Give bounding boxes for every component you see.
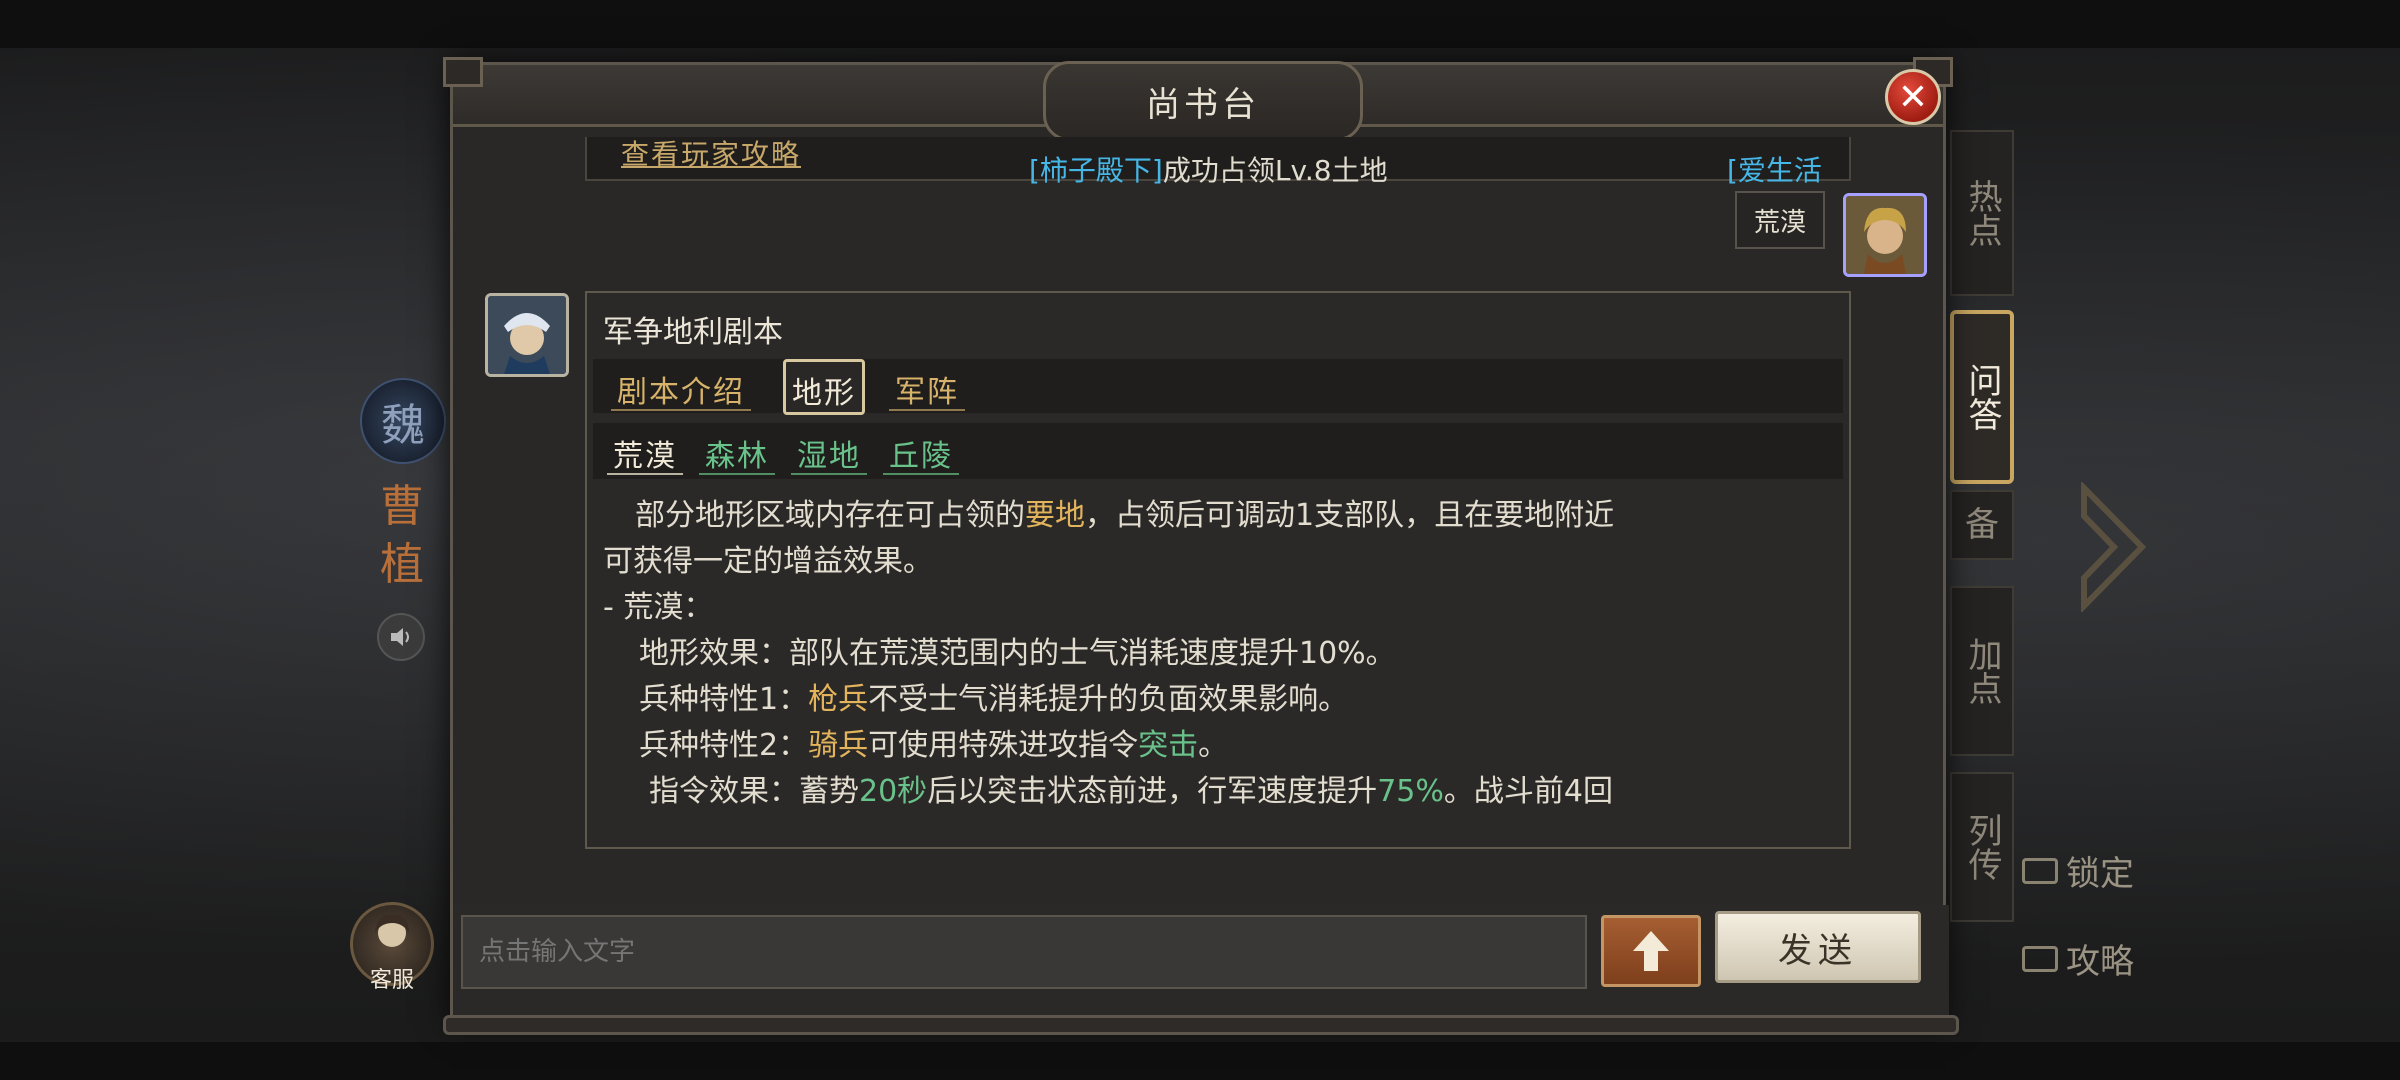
lock-link[interactable]: 锁定 bbox=[2022, 846, 2134, 895]
corner-ornament bbox=[443, 57, 483, 87]
bottom-bar bbox=[0, 1042, 2400, 1080]
tab-qa[interactable]: 问答 bbox=[1950, 310, 2014, 484]
chat-input-bar: 发送 bbox=[453, 905, 1949, 1017]
terrain-tab-bar: 荒漠 森林 湿地 丘陵 bbox=[593, 423, 1843, 479]
tab-points-label: 加点 bbox=[1962, 637, 2002, 705]
lock-label: 锁定 bbox=[2066, 854, 2134, 894]
response-title: 军争地利剧本 bbox=[603, 315, 783, 350]
chat-input[interactable] bbox=[461, 915, 1587, 989]
body-line: 部分地形区域内存在可占领的要地，占领后可调动1支部队，且在要地附近 bbox=[635, 498, 1615, 533]
guide-label: 攻略 bbox=[2066, 942, 2134, 982]
broadcast-player-2[interactable]: [爱生活 bbox=[1727, 149, 1822, 189]
body-line: 兵种特性2：骑兵可使用特殊进攻指令突击。 bbox=[639, 728, 1229, 763]
tab-points[interactable]: 加点 bbox=[1950, 586, 2014, 756]
response-panel: 军争地利剧本 剧本介绍 地形 军阵 荒漠 森林 湿地 丘陵 部分地形区域内存在可… bbox=[585, 291, 1851, 849]
tab-prep[interactable]: 备 bbox=[1950, 490, 2014, 560]
body-line: - 荒漠： bbox=[603, 590, 714, 625]
close-icon: ✕ bbox=[1897, 76, 1929, 118]
send-button[interactable]: 发送 bbox=[1715, 911, 1921, 983]
tab-hot[interactable]: 热点 bbox=[1950, 130, 2014, 296]
broadcast-text: 成功占领Lv.8土地 bbox=[1162, 154, 1388, 187]
view-guides-link[interactable]: 查看玩家攻略 bbox=[621, 133, 801, 173]
tab-forest[interactable]: 森林 bbox=[699, 427, 775, 475]
title-plate: 尚书台 bbox=[1043, 61, 1363, 141]
tab-terrain[interactable]: 地形 bbox=[783, 359, 865, 415]
scroll-icon bbox=[2022, 945, 2058, 972]
tab-biography-label: 列传 bbox=[1962, 813, 2002, 881]
user-message-bubble: 荒漠 bbox=[1735, 191, 1825, 249]
voice-icon[interactable] bbox=[377, 613, 425, 661]
tab-wetland[interactable]: 湿地 bbox=[791, 427, 867, 475]
user-message-text: 荒漠 bbox=[1753, 207, 1806, 238]
assistant-avatar bbox=[485, 293, 569, 377]
next-arrow-icon[interactable] bbox=[2078, 482, 2148, 612]
dialog-footer-trim bbox=[443, 1015, 1959, 1035]
body-line: 地形效果：部队在荒漠范围内的士气消耗速度提升10%。 bbox=[639, 636, 1396, 671]
tab-hot-label: 热点 bbox=[1962, 179, 2002, 247]
broadcast-message: [柿子殿下]成功占领Lv.8土地 bbox=[1029, 149, 1388, 189]
broadcast-strip: 查看玩家攻略 [柿子殿下]成功占领Lv.8土地 [爱生活 bbox=[585, 137, 1851, 187]
body-line: 兵种特性1：枪兵不受士气消耗提升的负面效果影响。 bbox=[639, 682, 1349, 717]
arrow-up-icon bbox=[1633, 931, 1669, 971]
lock-icon bbox=[2022, 857, 2058, 884]
user-avatar bbox=[1843, 193, 1927, 277]
hero-name: 曹植 bbox=[380, 481, 424, 590]
guide-link[interactable]: 攻略 bbox=[2022, 934, 2134, 983]
body-line: 指令效果：蓄势20秒后以突击状态前进，行军速度提升75%。战斗前4回 bbox=[649, 774, 1613, 809]
tab-formation[interactable]: 军阵 bbox=[889, 363, 965, 411]
tab-hills[interactable]: 丘陵 bbox=[883, 427, 959, 475]
tab-qa-label: 问答 bbox=[1962, 363, 2002, 431]
broadcast-player[interactable]: [柿子殿下] bbox=[1029, 154, 1163, 187]
tab-desert[interactable]: 荒漠 bbox=[607, 427, 683, 475]
tab-scenario-intro[interactable]: 剧本介绍 bbox=[611, 363, 751, 411]
faction-emblem: 魏 bbox=[360, 378, 446, 464]
shangshutai-dialog: 尚书台 ✕ 查看玩家攻略 [柿子殿下]成功占领Lv.8土地 [爱生活 荒漠 军争… bbox=[443, 57, 1959, 1035]
tab-prep-label: 备 bbox=[1965, 505, 1999, 545]
close-button[interactable]: ✕ bbox=[1885, 69, 1941, 125]
response-body: 部分地形区域内存在可占领的要地，占领后可调动1支部队，且在要地附近 可获得一定的… bbox=[603, 493, 1843, 815]
top-bar bbox=[0, 0, 2400, 48]
body-line: 可获得一定的增益效果。 bbox=[603, 544, 933, 579]
category-tab-bar: 剧本介绍 地形 军阵 bbox=[593, 359, 1843, 415]
customer-service-label: 客服 bbox=[369, 968, 414, 993]
dialog-title: 尚书台 bbox=[1146, 84, 1260, 125]
scroll-up-button[interactable] bbox=[1601, 915, 1701, 987]
tab-biography[interactable]: 列传 bbox=[1950, 772, 2014, 922]
